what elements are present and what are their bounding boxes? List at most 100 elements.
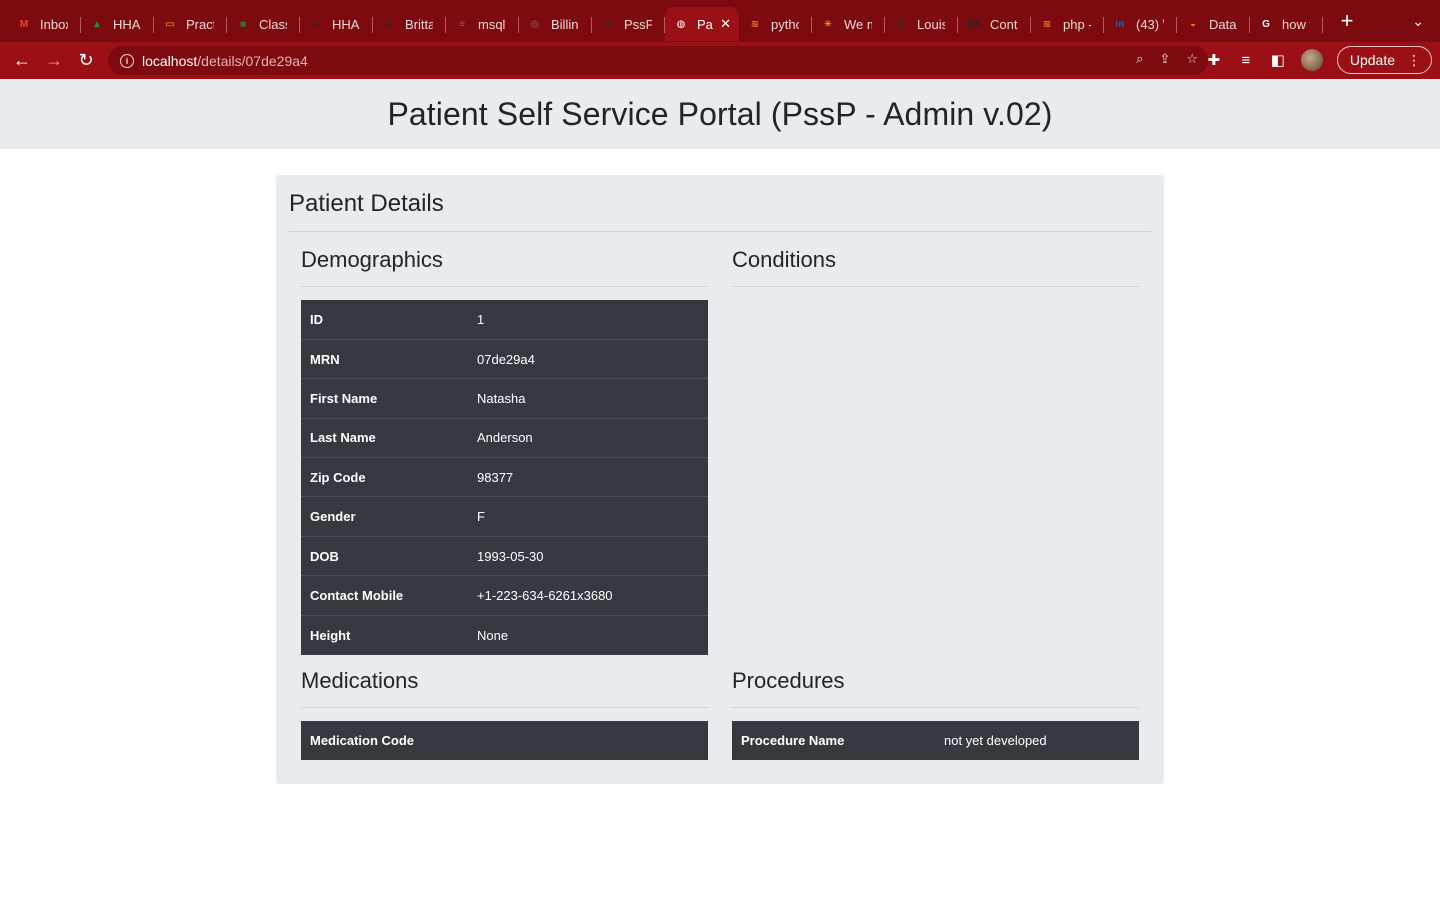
divider <box>301 707 708 708</box>
stackoverflow-icon: ≋ <box>750 18 760 30</box>
close-tab-icon[interactable]: ✕ <box>720 16 731 32</box>
url-path: /details/07de29a4 <box>197 52 308 69</box>
browser-tab[interactable]: Bb Conte <box>958 7 1031 41</box>
tab-title: HHA- <box>332 16 360 32</box>
bookmark-star-icon[interactable]: ☆ <box>1186 51 1198 67</box>
row-value: Natasha <box>468 378 708 419</box>
medications-section: Medications Medication Code <box>301 653 708 761</box>
tab-title: Conte <box>990 16 1018 32</box>
browser-tab[interactable]: ◍ Pa ✕ <box>665 7 739 41</box>
browser-tab[interactable]: ◎ Billing <box>519 7 592 41</box>
row-label: Height <box>301 614 468 655</box>
page-header: Patient Self Service Portal (PssP - Admi… <box>0 79 1440 149</box>
row-label: DOB <box>301 535 468 576</box>
browser-tab[interactable]: ▭ Practi <box>154 7 227 41</box>
conditions-heading: Conditions <box>732 247 836 272</box>
demographics-heading: Demographics <box>301 247 443 272</box>
row-value: 07de29a4 <box>468 338 708 379</box>
tab-search-chevron-icon[interactable]: ⌄ <box>1412 13 1424 30</box>
zoom-icon[interactable]: ⌕ <box>1136 51 1143 67</box>
site-info-icon[interactable]: i <box>120 53 134 68</box>
browser-tab[interactable]: ≋ php - <box>1031 7 1104 41</box>
tab-title: (43) \ <box>1136 16 1164 32</box>
browser-tab[interactable]: ■ Class <box>227 7 300 41</box>
tab-title: HHA 5 <box>113 16 141 32</box>
browser-tab[interactable]: ▲ HHA 5 <box>81 7 154 41</box>
row-value: F <box>468 496 708 537</box>
browser-tab[interactable]: ● HHA- <box>300 7 373 41</box>
demographics-table: ID 1 MRN 07de29a4 First Name Natasha Last Name… <box>301 300 708 655</box>
card-title: Patient Details <box>289 190 444 217</box>
forward-arrow-icon[interactable]: → <box>38 50 70 71</box>
medications-table: Medication Code <box>301 721 708 761</box>
tab-title: msql- <box>478 16 506 32</box>
reading-list-icon[interactable]: ≡ <box>1237 52 1255 69</box>
tab-title: Louis <box>917 16 945 32</box>
row-label: Gender <box>301 496 468 537</box>
new-tab-button[interactable]: + <box>1335 8 1359 34</box>
table-row: Contact Mobile +1-223-634-6261x3680 <box>301 575 708 616</box>
browser-tab[interactable]: Ghow t <box>1250 7 1323 41</box>
browser-tab[interactable]: ≋ pytho <box>739 7 812 41</box>
back-arrow-icon[interactable]: ← <box>6 50 38 71</box>
procedures-table: Procedure Name not yet developed <box>732 721 1139 761</box>
slides-icon: ▭ <box>165 18 175 30</box>
browser-tab[interactable]: in (43) \ <box>1104 7 1177 41</box>
row-label: MRN <box>301 338 468 379</box>
table-row: Height None <box>301 614 708 655</box>
classroom-icon: ■ <box>239 18 247 30</box>
profile-avatar[interactable] <box>1300 49 1323 71</box>
demographics-section: Demographics ID 1 MRN 07de29a4 First Name Nat… <box>301 232 708 655</box>
reload-icon[interactable]: ↻ <box>70 50 102 71</box>
tab-title: Practi <box>186 16 214 32</box>
tab-title: We m <box>844 16 872 32</box>
tab-title: Data s <box>1209 16 1237 32</box>
row-value: None <box>468 614 708 655</box>
github-icon: ● <box>385 18 393 30</box>
table-row: Procedure Name not yet developed <box>732 721 1139 760</box>
browser-toolbar: ← → ↻ i localhost/details/07de29a4 ⌕ ⇪ ☆… <box>0 42 1440 79</box>
row-label: Medication Code <box>310 733 415 749</box>
tab-title: pytho <box>771 16 799 32</box>
github-icon: ● <box>604 18 612 30</box>
tab-title: Class <box>259 16 287 32</box>
stack-icon: ≡ <box>459 18 465 30</box>
share-icon[interactable]: ⇪ <box>1159 51 1170 67</box>
row-value: 1 <box>477 311 485 327</box>
row-label: Procedure Name <box>741 733 845 749</box>
row-value: 98377 <box>468 457 708 497</box>
browser-tab[interactable]: ≡ msql- <box>446 7 519 41</box>
browser-tab[interactable]: M Inbox <box>8 7 81 41</box>
table-row: Last Name Anderson <box>301 417 708 458</box>
browser-tab[interactable]: V Louis <box>885 7 958 41</box>
tab-title: php - <box>1063 16 1091 32</box>
row-value: +1-223-634-6261x3680 <box>468 575 708 616</box>
update-button[interactable]: Update ⋮ <box>1336 46 1432 74</box>
row-label: Zip Code <box>301 457 468 497</box>
tab-title: PssP/ <box>624 16 652 32</box>
browser-tab[interactable]: ◒ Data s <box>1177 7 1250 41</box>
browser-tab[interactable]: ● PssP/ <box>592 7 665 41</box>
row-value <box>468 721 708 760</box>
row-label: First Name <box>301 378 468 419</box>
medications-heading: Medications <box>301 668 419 693</box>
kebab-menu-icon: ⋮ <box>1407 51 1421 68</box>
row-value: Anderson <box>468 417 708 458</box>
blackboard-icon: Bb <box>967 18 981 30</box>
tab-title: Inbox <box>40 16 68 32</box>
url-host: localhost <box>142 52 198 69</box>
row-label: Last Name <box>301 417 468 458</box>
side-panel-icon[interactable]: ◧ <box>1269 51 1287 69</box>
browser-tab[interactable]: ● Britta <box>373 7 446 41</box>
divider <box>732 707 1139 708</box>
update-button-label: Update <box>1349 52 1395 68</box>
extensions-puzzle-icon[interactable]: ✚ <box>1205 51 1223 69</box>
row-value: not yet developed <box>944 733 1047 749</box>
tab-title: Pa <box>697 16 713 32</box>
row-value: 1993-05-30 <box>468 535 708 576</box>
stackoverflow-icon: ≋ <box>1042 18 1052 30</box>
divider <box>732 286 1139 287</box>
browser-tab[interactable]: ✳ We m <box>812 7 885 41</box>
address-bar[interactable]: i localhost/details/07de29a4 ⌕ ⇪ ☆ <box>108 46 1208 75</box>
procedures-section: Procedures Procedure Name not yet develop… <box>732 653 1139 761</box>
